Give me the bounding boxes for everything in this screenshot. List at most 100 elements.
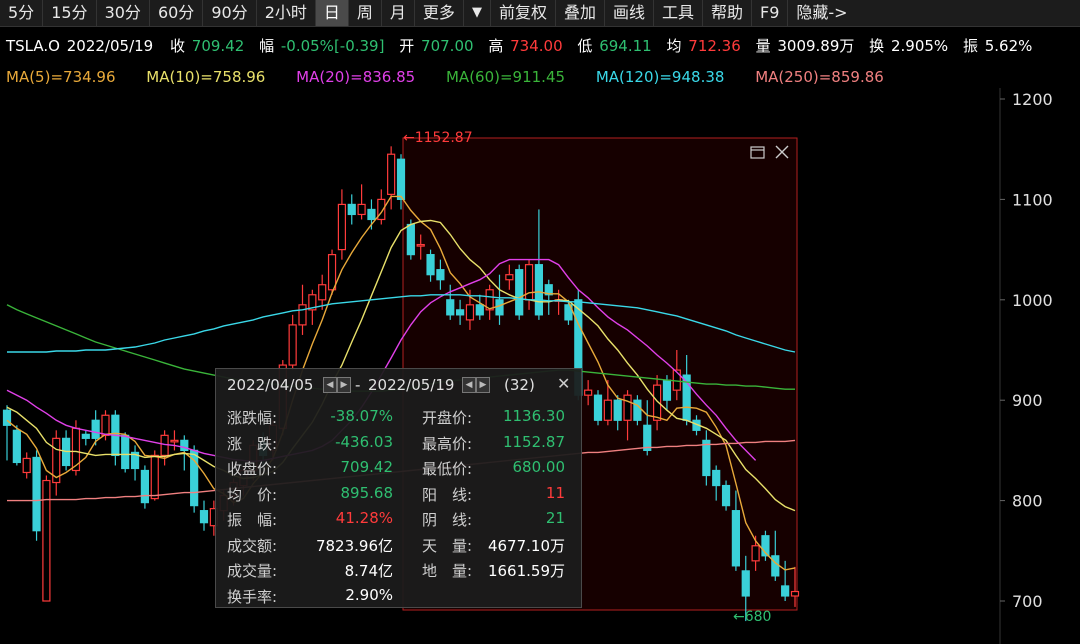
stat-value: 1136.30 bbox=[502, 407, 565, 425]
candle-body bbox=[731, 510, 741, 567]
period-more-button[interactable]: 更多 bbox=[415, 0, 464, 26]
forward-adjust-button[interactable]: 前复权 bbox=[491, 0, 556, 26]
candle-body bbox=[170, 439, 179, 443]
chevron-down-icon[interactable]: ▼ bbox=[464, 0, 491, 26]
candle-body bbox=[495, 299, 504, 316]
stat-value: 709.42 bbox=[340, 458, 394, 476]
tools-button[interactable]: 工具 bbox=[654, 0, 703, 26]
low-label: 低 bbox=[577, 37, 593, 55]
ma5-label: MA(5)=734.96 bbox=[6, 68, 116, 86]
candle-body bbox=[643, 424, 652, 451]
end-prev-icon[interactable]: ◀ bbox=[462, 377, 476, 393]
close-value: 709.42 bbox=[191, 37, 245, 55]
avg-label: 均 bbox=[666, 37, 682, 55]
candle-body bbox=[367, 208, 376, 221]
amplitude-value: 5.62% bbox=[984, 37, 1033, 55]
stat-label: 均 价: bbox=[227, 485, 278, 504]
stat-value: 2.90% bbox=[345, 585, 393, 604]
open-value: 707.00 bbox=[421, 37, 474, 55]
stat-value: 11 bbox=[545, 483, 565, 502]
candle-body bbox=[633, 399, 642, 421]
close-icon[interactable]: ✕ bbox=[557, 374, 570, 393]
f9-button[interactable]: F9 bbox=[752, 0, 789, 26]
overlay-button[interactable]: 叠加 bbox=[556, 0, 605, 26]
volume-value: 3009.89万 bbox=[777, 37, 855, 55]
period-week-button[interactable]: 周 bbox=[349, 0, 382, 26]
candle-body bbox=[446, 299, 455, 316]
stat-label: 振 幅: bbox=[227, 511, 278, 529]
range-panel-header: 2022/04/05 ◀ ▶ - 2022/05/19 ◀ ▶ (32) ✕ bbox=[216, 369, 581, 401]
candle-body bbox=[396, 158, 406, 200]
stat-label: 收盘价: bbox=[227, 460, 278, 478]
start-next-icon[interactable]: ▶ bbox=[337, 377, 351, 393]
low-value: 694.11 bbox=[599, 37, 652, 55]
period-30min-button[interactable]: 30分 bbox=[97, 0, 150, 26]
change-value: -0.05%[-0.39] bbox=[280, 37, 385, 55]
candle-body bbox=[662, 379, 672, 401]
range-start-date: 2022/04/05 bbox=[227, 376, 314, 394]
candle-body bbox=[199, 510, 209, 524]
candle-body bbox=[357, 203, 366, 216]
stat-label: 涨 跌: bbox=[227, 434, 278, 453]
candle-body bbox=[81, 433, 90, 439]
candle-body bbox=[426, 254, 435, 276]
candle-body bbox=[298, 304, 307, 326]
stat-label: 阳 线: bbox=[422, 485, 473, 504]
y-tick-label: 1000 bbox=[1012, 291, 1053, 310]
ma60-label: MA(60)=911.45 bbox=[445, 68, 566, 86]
avg-value: 712.36 bbox=[688, 37, 741, 55]
stat-label: 地 量: bbox=[422, 562, 473, 580]
period-day-button[interactable]: 日 bbox=[315, 0, 349, 26]
stat-value: 1152.87 bbox=[502, 432, 565, 451]
ma250-label: MA(250)=859.86 bbox=[755, 68, 884, 86]
candle-body bbox=[337, 203, 346, 251]
stat-label: 开盘价: bbox=[422, 409, 473, 427]
period-5min-button[interactable]: 5分 bbox=[0, 0, 44, 26]
candle-body bbox=[613, 399, 622, 421]
stat-value: -38.07% bbox=[330, 407, 393, 425]
range-separator: - bbox=[355, 376, 361, 394]
stat-label: 成交量: bbox=[227, 562, 278, 580]
candle-body bbox=[406, 223, 415, 256]
candle-body bbox=[721, 484, 731, 507]
period-60min-button[interactable]: 60分 bbox=[150, 0, 204, 26]
candle-body bbox=[456, 309, 465, 316]
candle-body bbox=[781, 585, 790, 597]
candle-body bbox=[584, 389, 593, 396]
candle-body bbox=[32, 456, 41, 532]
period-month-button[interactable]: 月 bbox=[382, 0, 415, 26]
candle-body bbox=[771, 555, 780, 577]
volume-label: 量 bbox=[755, 37, 771, 55]
draw-line-button[interactable]: 画线 bbox=[605, 0, 654, 26]
quote-info-bar: TSLA.O 2022/05/19 收 709.42 幅 -0.05%[-0.3… bbox=[0, 34, 1034, 58]
candle-body bbox=[318, 284, 327, 301]
stat-value: 1661.59万 bbox=[487, 562, 565, 580]
stat-label: 阴 线: bbox=[422, 511, 473, 529]
candle-body bbox=[140, 469, 149, 504]
end-next-icon[interactable]: ▶ bbox=[476, 377, 490, 393]
stat-label: 成交额: bbox=[227, 536, 278, 555]
candle-body bbox=[751, 545, 760, 562]
ma-legend: MA(5)=734.96 MA(10)=758.96 MA(20)=836.85… bbox=[6, 66, 884, 88]
stat-value: 895.68 bbox=[340, 483, 394, 502]
candle-body bbox=[790, 590, 800, 597]
candle-body bbox=[288, 324, 297, 366]
period-15min-button[interactable]: 15分 bbox=[43, 0, 97, 26]
candle-body bbox=[121, 434, 130, 470]
candle-body bbox=[150, 454, 159, 500]
y-tick-label: 1200 bbox=[1012, 90, 1053, 109]
hide-panel-button[interactable]: 隐藏-> bbox=[788, 0, 855, 26]
candle-body bbox=[505, 274, 514, 281]
range-end-date: 2022/05/19 bbox=[368, 376, 455, 394]
help-button[interactable]: 帮助 bbox=[703, 0, 753, 26]
candle-body bbox=[534, 264, 544, 316]
candle-body bbox=[623, 394, 632, 421]
turnover-label: 换 bbox=[869, 37, 885, 55]
candle-body bbox=[741, 570, 750, 597]
stat-label: 天 量: bbox=[422, 536, 473, 555]
stat-value: 21 bbox=[545, 509, 565, 527]
period-2hour-button[interactable]: 2小时 bbox=[257, 0, 316, 26]
period-90min-button[interactable]: 90分 bbox=[203, 0, 257, 26]
candle-body bbox=[515, 269, 524, 316]
start-prev-icon[interactable]: ◀ bbox=[323, 377, 337, 393]
